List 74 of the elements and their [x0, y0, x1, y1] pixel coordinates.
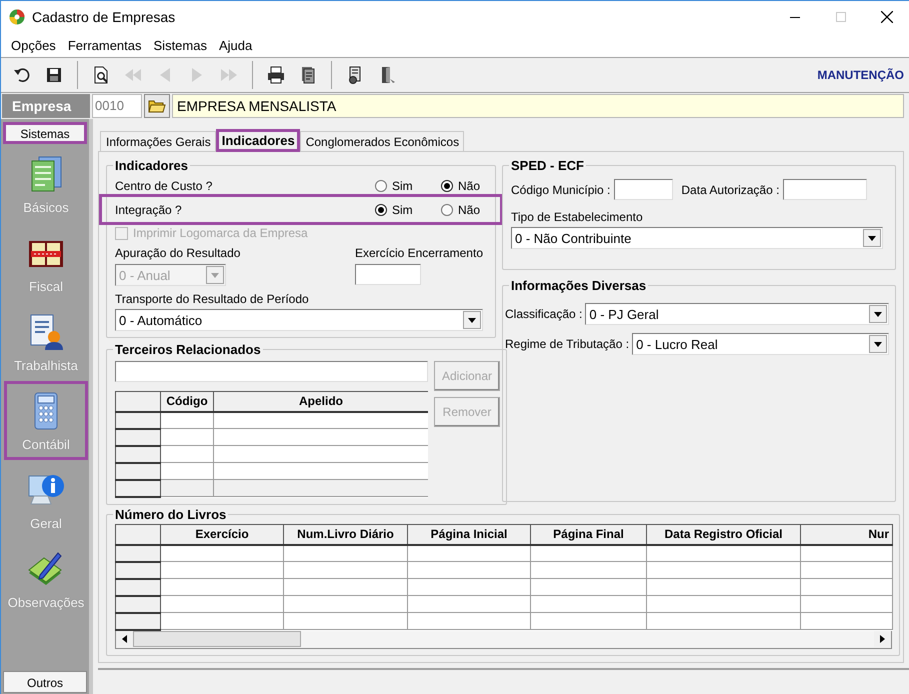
column-header: Nur	[800, 524, 892, 544]
radio-circle-icon	[441, 204, 453, 216]
close-icon[interactable]	[881, 11, 893, 23]
folder-icon	[148, 99, 166, 113]
field-label: Transporte do Resultado de Período	[115, 292, 310, 306]
dropdown[interactable]: 0 - Automático	[115, 309, 483, 331]
open-folder-button[interactable]	[144, 94, 170, 118]
sidebar-item-label: Básicos	[23, 200, 69, 215]
field-label: Tipo de Estabelecimento	[511, 210, 644, 224]
field-label: Data Autorização :	[681, 182, 780, 196]
sidebar-header[interactable]: Sistemas	[3, 122, 87, 144]
checkbox-square-icon	[115, 226, 128, 240]
field-label: Centro de Custo ?	[115, 179, 214, 193]
sidebar-item-label: Contábil	[22, 437, 70, 452]
app-globe-icon	[9, 9, 25, 25]
save-icon[interactable]	[44, 65, 64, 85]
scroll-thumb[interactable]	[133, 631, 301, 647]
sidebar-item-label: Trabalhista	[14, 358, 78, 373]
tab[interactable]: Informações Gerais	[100, 131, 216, 151]
company-name-field[interactable]: EMPRESA MENSALISTA	[172, 94, 904, 118]
sidebar-item-label: Observações	[8, 595, 84, 610]
caret-down-icon[interactable]	[868, 236, 876, 240]
field-label: Exercício Encerramento	[354, 246, 483, 260]
scroll-right-icon[interactable]	[880, 635, 885, 643]
radio-circle-icon	[441, 180, 453, 192]
tab[interactable]: Conglomerados Econômicos	[300, 131, 464, 151]
group-title: SPED - ECF	[510, 158, 585, 173]
mode-label: MANUTENÇÃO	[817, 68, 904, 82]
column-header: Página Inicial	[408, 524, 530, 544]
caret-down-icon[interactable]	[468, 318, 476, 322]
radio-button[interactable]: Sim	[375, 179, 441, 193]
tab[interactable]: Indicadores	[216, 129, 300, 152]
scroll-left-icon[interactable]	[122, 635, 127, 643]
dropdown[interactable]: 0 - Não Contribuinte	[511, 227, 883, 249]
column-header: Apelido	[214, 392, 428, 412]
printer-icon[interactable]	[266, 65, 286, 85]
dropdown[interactable]: 0 - Lucro Real	[632, 333, 889, 355]
radio-circle-icon	[375, 204, 387, 216]
radio-circle-icon	[375, 180, 387, 192]
field-label: Código Município :	[511, 182, 610, 196]
group-title: Informações Diversas	[510, 278, 648, 293]
window-title: Cadastro de Empresas	[32, 9, 176, 25]
text-field[interactable]	[614, 179, 674, 200]
field-label: Integração ?	[115, 202, 183, 216]
minimize-icon[interactable]	[790, 16, 800, 18]
radio-button[interactable]: Sim	[375, 202, 441, 216]
menu-item[interactable]: Opções	[5, 36, 62, 54]
radio-button[interactable]: Não	[441, 202, 483, 216]
text-field[interactable]	[115, 361, 428, 382]
menu-item[interactable]: Ajuda	[212, 36, 258, 54]
column-header: Num.Livro Diário	[284, 524, 408, 544]
company-label: Empresa	[2, 94, 90, 118]
field-label: Classificação :	[505, 307, 582, 321]
column-header: Código	[160, 392, 214, 412]
group-title: Terceiros Relacionados	[114, 342, 262, 357]
menu-item[interactable]: Sistemas	[148, 36, 213, 54]
field-label: Apuração do Resultado	[115, 246, 240, 260]
column-header: Página Final	[530, 524, 646, 544]
caret-down-icon[interactable]	[874, 342, 882, 346]
column-header: Data Registro Oficial	[646, 524, 800, 544]
sidebar-footer[interactable]: Outros	[3, 671, 87, 693]
group-title: Indicadores	[114, 158, 189, 173]
sidebar-item-label: Geral	[30, 516, 62, 531]
radio-button[interactable]: Não	[441, 179, 483, 193]
dropdown[interactable]: 0 - PJ Geral	[585, 303, 889, 325]
code-field[interactable]: 0010	[92, 94, 142, 118]
text-field[interactable]	[783, 179, 868, 200]
sidebar-item-label: Fiscal	[29, 279, 63, 294]
text-field[interactable]	[354, 264, 421, 285]
field-label: Regime de Tributação :	[505, 337, 630, 351]
caret-down-icon[interactable]	[874, 312, 882, 316]
group-title: Número do Livros	[114, 507, 228, 522]
column-header: Exercício	[160, 524, 284, 544]
menu-item[interactable]: Ferramentas	[62, 36, 148, 54]
